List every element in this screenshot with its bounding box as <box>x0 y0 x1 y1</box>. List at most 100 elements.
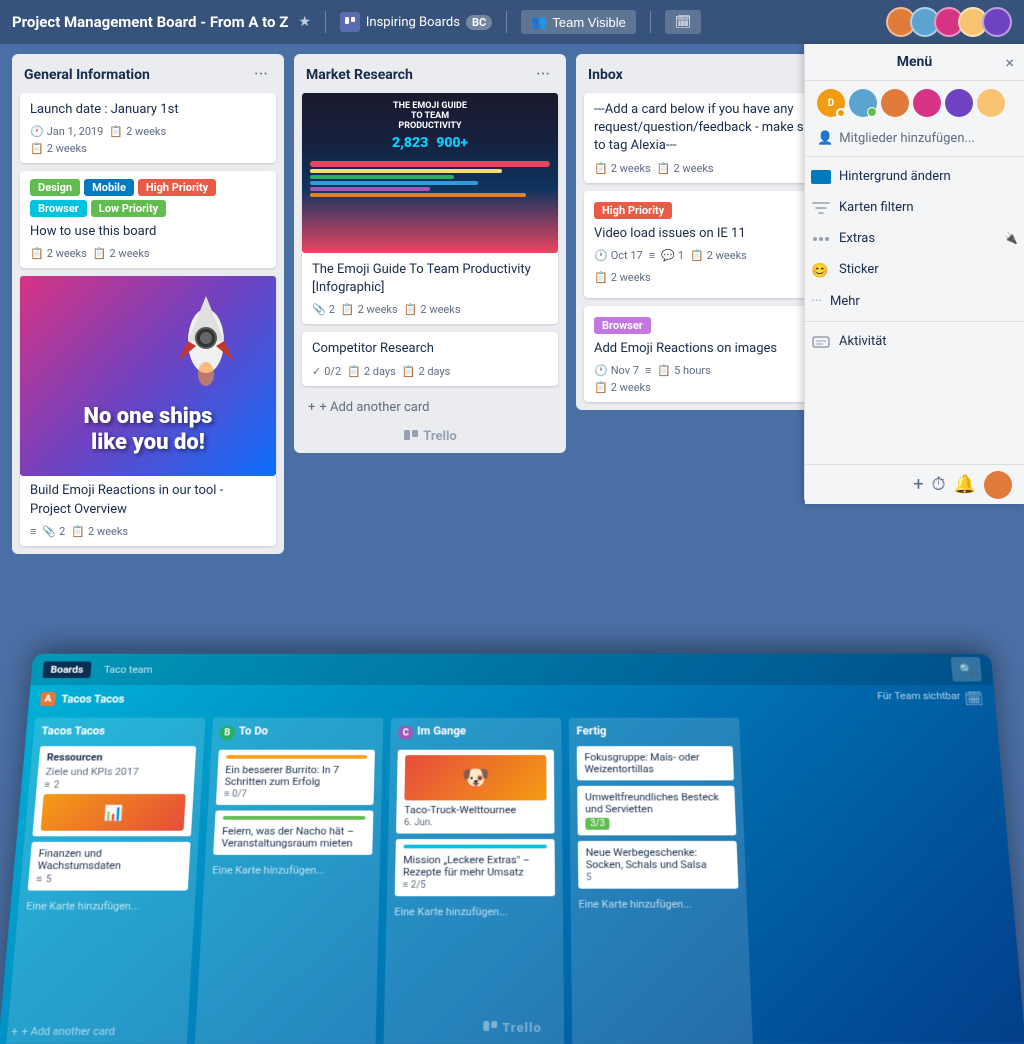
board-title: Project Management Board - From A to Z <box>12 13 288 31</box>
label-high-priority[interactable]: High Priority <box>138 179 216 196</box>
trello-icon-bottom <box>403 429 419 445</box>
todo-badge-B: B <box>219 726 235 740</box>
mini-card-feiern[interactable]: Feiern, was der Nacho hät – Veranstaltun… <box>213 810 373 854</box>
imgang-badge-C: C <box>398 726 413 740</box>
menu-item-filter[interactable]: Karten filtern <box>805 192 1024 223</box>
taco-date: 6. Jun. <box>404 818 547 828</box>
mini-card-taco-truck[interactable]: 🐶 Taco-Truck-Welttournee 6. Jun. <box>396 750 555 834</box>
search-bar[interactable]: 🔍 <box>951 657 982 681</box>
label-low-priority[interactable]: Low Priority <box>91 200 166 217</box>
card-video-load-meta: 🕐 Oct 17 ≡ 💬 1 📋 2 weeks <box>594 249 830 262</box>
star-icon[interactable]: ★ <box>298 14 311 30</box>
menu-avatar-3 <box>881 89 909 117</box>
menu-item-sticker[interactable]: 😊 Sticker <box>805 254 1024 285</box>
add-card-imgang[interactable]: Eine Karte hinzufügen... <box>394 902 555 922</box>
mini-card-umwelt[interactable]: Umweltfreundliches Besteck und Serviette… <box>577 786 736 836</box>
label-mobile[interactable]: Mobile <box>84 179 134 196</box>
card-how-to[interactable]: Design Mobile High Priority Browser Low … <box>20 171 276 268</box>
bell-icon-menu[interactable]: 🔔 <box>954 474 976 495</box>
list-icon-2: ≡ <box>649 249 655 262</box>
filter-label: Karten filtern <box>839 200 914 215</box>
calendar-icon-2: 📋 <box>30 142 44 155</box>
card-video-load-title: Video load issues on IE 11 <box>594 225 830 243</box>
calendar-icon-6: 📋 <box>341 303 355 316</box>
hintergrund-label: Hintergrund ändern <box>839 169 951 184</box>
aktivitaet-icon <box>811 335 831 349</box>
menu-title: Menü <box>897 54 933 70</box>
priority-browser-badge[interactable]: Browser <box>594 317 651 334</box>
comment-count: 1 <box>678 249 684 262</box>
team-visible-button[interactable]: 👥 Team Visible <box>521 10 636 34</box>
bc-badge: BC <box>466 15 492 30</box>
meta-inbox-dur2: 📋 2 weeks <box>657 162 714 175</box>
neue-title: Neue Werbegeschenke: Socken, Schals und … <box>586 847 730 871</box>
add-card-todo[interactable]: Eine Karte hinzufügen... <box>212 860 372 880</box>
meta-how-dur2: 📋 2 weeks <box>93 247 150 260</box>
share-icon: 🗓 <box>675 14 692 30</box>
timer-icon-menu[interactable]: ⏱ <box>932 474 946 495</box>
boards-tab[interactable]: Boards <box>42 661 91 678</box>
menu-item-aktivitaet[interactable]: Aktivität <box>805 326 1024 357</box>
burrito-meta: ≡ 0/7 <box>224 789 366 799</box>
calendar-icon-12: 📋 <box>690 249 704 262</box>
finanzen-list: ≡ <box>36 875 43 885</box>
priority-high-badge[interactable]: High Priority <box>594 202 672 219</box>
share-button[interactable]: 🗓 <box>665 10 702 34</box>
meta-video-dur: 📋 2 weeks <box>690 249 747 262</box>
finanzen-badge: 5 <box>46 875 52 885</box>
menu-add-member[interactable]: 👤 Mitglieder hinzufügen... <box>805 125 1024 152</box>
menu-item-mehr[interactable]: ··· Mehr <box>805 285 1024 317</box>
mini-col-imgang: C Im Gange 🐶 Taco-Truck-Welttournee 6. J… <box>383 718 564 1044</box>
umwelt-badge: 3/3 <box>585 818 610 830</box>
card-emoji-build[interactable]: No one shipslike you do! Build Emoji Rea… <box>20 276 276 545</box>
label-design[interactable]: Design <box>30 179 80 196</box>
card-competitor[interactable]: Competitor Research ✓ 0/2 📋 2 days 📋 2 d… <box>302 332 558 385</box>
column-market-menu[interactable]: ··· <box>532 64 554 85</box>
mini-card-ressourcen[interactable]: Ressourcen Ziele und KPIs 2017 ≡ 2 📊 <box>32 746 196 836</box>
mini-card-neue[interactable]: Neue Werbegeschenke: Socken, Schals und … <box>578 841 739 889</box>
card-launch[interactable]: Launch date : January 1st 🕐 Jan 1, 2019 … <box>20 93 276 163</box>
label-browser[interactable]: Browser <box>30 200 87 217</box>
add-card-tacos[interactable]: Eine Karte hinzufügen... <box>25 896 187 916</box>
calendar-icon-4: 📋 <box>93 247 107 260</box>
menu-avatar-D: D <box>817 89 845 117</box>
column-general-menu[interactable]: ··· <box>250 64 272 85</box>
card-emoji-guide[interactable]: THE EMOJI GUIDETO TEAMPRODUCTIVITY 2,823… <box>302 93 558 324</box>
avatar-group <box>886 7 1012 37</box>
mini-col-todo: B To Do Ein besserer Burrito: In 7 Schri… <box>194 718 384 1044</box>
mini-card-finanzen[interactable]: Finanzen und Wachstumsdaten ≡ 5 <box>28 842 191 891</box>
trello-text: Trello <box>502 1021 542 1036</box>
mini-card-mission[interactable]: Mission „Leckere Extras" – Rezepte für m… <box>395 839 555 896</box>
card-emoji-guide-meta: 📎 2 📋 2 weeks 📋 2 weeks <box>312 303 548 316</box>
add-card-bottom[interactable]: + + Add another card <box>11 1025 116 1038</box>
card-video-load[interactable]: High Priority Video load issues on IE 11… <box>584 191 840 298</box>
column-general-header: General Information ··· <box>12 54 284 93</box>
mini-card-fokus[interactable]: Fokusgruppe: Mais- oder Weizentortillas <box>577 746 734 780</box>
inspiring-boards-label: Inspiring Boards <box>366 15 460 30</box>
menu-avatars: D <box>805 81 1024 125</box>
card-add-emoji[interactable]: Browser Add Emoji Reactions on images 🕐 … <box>584 306 840 402</box>
sticker-icon: 😊 <box>811 263 831 277</box>
rocket-svg <box>166 286 246 406</box>
avatar-5 <box>982 7 1012 37</box>
inspiring-boards-badge[interactable]: Inspiring Boards BC <box>340 12 492 32</box>
menu-item-extras[interactable]: Extras 🔌 <box>805 223 1024 254</box>
meta-days1: 📋 2 days <box>347 365 396 378</box>
meta-days2: 📋 2 days <box>402 365 451 378</box>
board-icon-A: A <box>40 692 56 706</box>
trello-logo-footer: Trello <box>482 1020 542 1036</box>
taco-team-tab[interactable]: Taco team <box>98 661 159 678</box>
add-card-fertig[interactable]: Eine Karte hinzufügen... <box>578 894 739 914</box>
user-avatar-menu[interactable] <box>984 471 1012 499</box>
column-market-cards: THE EMOJI GUIDETO TEAMPRODUCTIVITY 2,823… <box>294 93 566 394</box>
card-how-to-meta: 📋 2 weeks 📋 2 weeks <box>30 247 266 260</box>
mini-card-burrito[interactable]: Ein besserer Burrito: In 7 Schritten zum… <box>216 750 375 805</box>
menu-close-button[interactable]: × <box>1005 53 1014 72</box>
card-inbox-description[interactable]: ---Add a card below if you have any requ… <box>584 93 840 183</box>
accent-teal-1 <box>403 845 546 849</box>
menu-item-hintergrund[interactable]: Hintergrund ändern <box>805 161 1024 192</box>
add-card-market[interactable]: + + Add another card <box>298 394 562 421</box>
taco-truck-img: 🐶 <box>404 755 546 800</box>
hintergrund-icon <box>811 170 831 184</box>
plus-icon-menu[interactable]: + <box>913 474 923 495</box>
